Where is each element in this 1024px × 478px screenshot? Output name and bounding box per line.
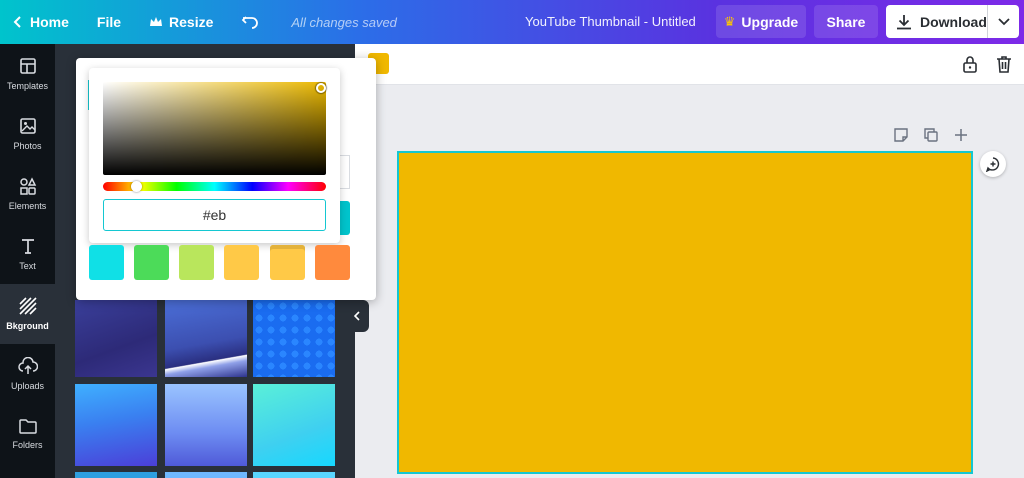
add-note-button[interactable] [892, 126, 910, 144]
background-thumbnail[interactable] [165, 384, 247, 466]
background-thumbnail[interactable] [75, 384, 157, 466]
share-label: Share [826, 13, 866, 30]
download-button[interactable]: Download [886, 5, 988, 38]
undo-button[interactable] [227, 0, 279, 44]
rail-item-uploads[interactable]: Uploads [0, 344, 55, 404]
background-thumbnail[interactable] [165, 472, 247, 478]
upgrade-button[interactable]: ♛ Upgrade [716, 5, 806, 38]
saturation-value-handle[interactable] [316, 83, 326, 93]
document-title[interactable]: YouTube Thumbnail - Untitled [525, 14, 696, 29]
rail-label: Bkground [6, 321, 49, 331]
color-swatch[interactable] [134, 245, 169, 280]
elements-icon [19, 177, 36, 195]
plus-icon [955, 129, 967, 141]
rail-label: Uploads [10, 381, 45, 391]
crown-icon [150, 17, 163, 26]
background-thumbnail[interactable] [75, 300, 157, 377]
chevron-down-icon [997, 17, 1010, 25]
templates-icon [19, 58, 36, 74]
rail-label: Text [19, 261, 36, 271]
left-rail: Templates Photos Elements Text Bkground … [0, 44, 55, 478]
background-thumbnail[interactable] [253, 472, 335, 478]
duplicate-page-button[interactable] [922, 126, 940, 144]
rail-label: Folders [12, 440, 43, 450]
hue-slider-handle[interactable] [131, 181, 142, 192]
color-swatch[interactable] [270, 245, 305, 280]
rail-item-templates[interactable]: Templates [0, 44, 55, 104]
background-icon [18, 297, 37, 315]
hex-color-input[interactable] [103, 199, 326, 231]
note-icon [894, 128, 908, 142]
color-swatch[interactable] [89, 245, 124, 280]
lock-button[interactable] [960, 54, 980, 74]
rail-item-text[interactable]: Text [0, 224, 55, 284]
uploads-icon [17, 357, 38, 374]
add-page-button[interactable] [952, 126, 970, 144]
share-button[interactable]: Share [814, 5, 878, 38]
rail-item-background[interactable]: Bkground [0, 284, 55, 344]
background-thumbnail[interactable] [165, 300, 247, 377]
home-label: Home [30, 14, 69, 30]
duplicate-icon [924, 128, 938, 142]
background-thumbnail[interactable] [253, 300, 335, 377]
saturation-value-area[interactable] [103, 82, 326, 175]
rail-item-photos[interactable]: Photos [0, 104, 55, 164]
undo-icon [242, 16, 259, 29]
comment-icon [985, 157, 1000, 172]
chevron-left-icon [353, 311, 360, 321]
resize-button[interactable]: Resize [135, 0, 227, 44]
background-thumbnail[interactable] [253, 384, 335, 466]
photos-icon [19, 118, 36, 134]
collapse-panel-button[interactable] [344, 300, 369, 332]
popover-button-edge[interactable] [340, 201, 350, 235]
download-icon [897, 14, 911, 29]
upgrade-label: Upgrade [741, 13, 799, 30]
design-canvas[interactable] [397, 151, 973, 474]
lock-icon [963, 56, 977, 73]
text-icon [21, 239, 34, 254]
editor-toolbar [355, 44, 1024, 85]
add-comment-button[interactable] [980, 151, 1006, 177]
color-swatch[interactable] [224, 245, 259, 280]
popover-field-edge [340, 155, 350, 189]
rail-label: Elements [8, 201, 47, 211]
rail-item-folders[interactable]: Folders [0, 404, 55, 464]
download-button-group: Download [886, 5, 1019, 38]
color-swatch[interactable] [179, 245, 214, 280]
file-menu-button[interactable]: File [83, 0, 135, 44]
home-button[interactable]: Home [0, 0, 83, 44]
save-status: All changes saved [291, 14, 397, 30]
file-label: File [96, 14, 122, 30]
top-bar: Home File Resize All changes saved YouTu… [0, 0, 1024, 44]
download-options-button[interactable] [988, 17, 1019, 26]
rail-item-elements[interactable]: Elements [0, 164, 55, 224]
delete-button[interactable] [994, 54, 1014, 74]
folders-icon [18, 419, 37, 434]
rail-label: Templates [6, 81, 49, 91]
trash-icon [997, 56, 1011, 73]
crown-icon: ♛ [723, 13, 736, 29]
resize-label: Resize [169, 14, 214, 30]
rail-label: Photos [13, 141, 42, 151]
download-label: Download [920, 13, 987, 30]
chevron-left-icon [13, 16, 21, 28]
background-thumbnail[interactable] [75, 472, 157, 478]
color-swatch[interactable] [315, 245, 350, 280]
